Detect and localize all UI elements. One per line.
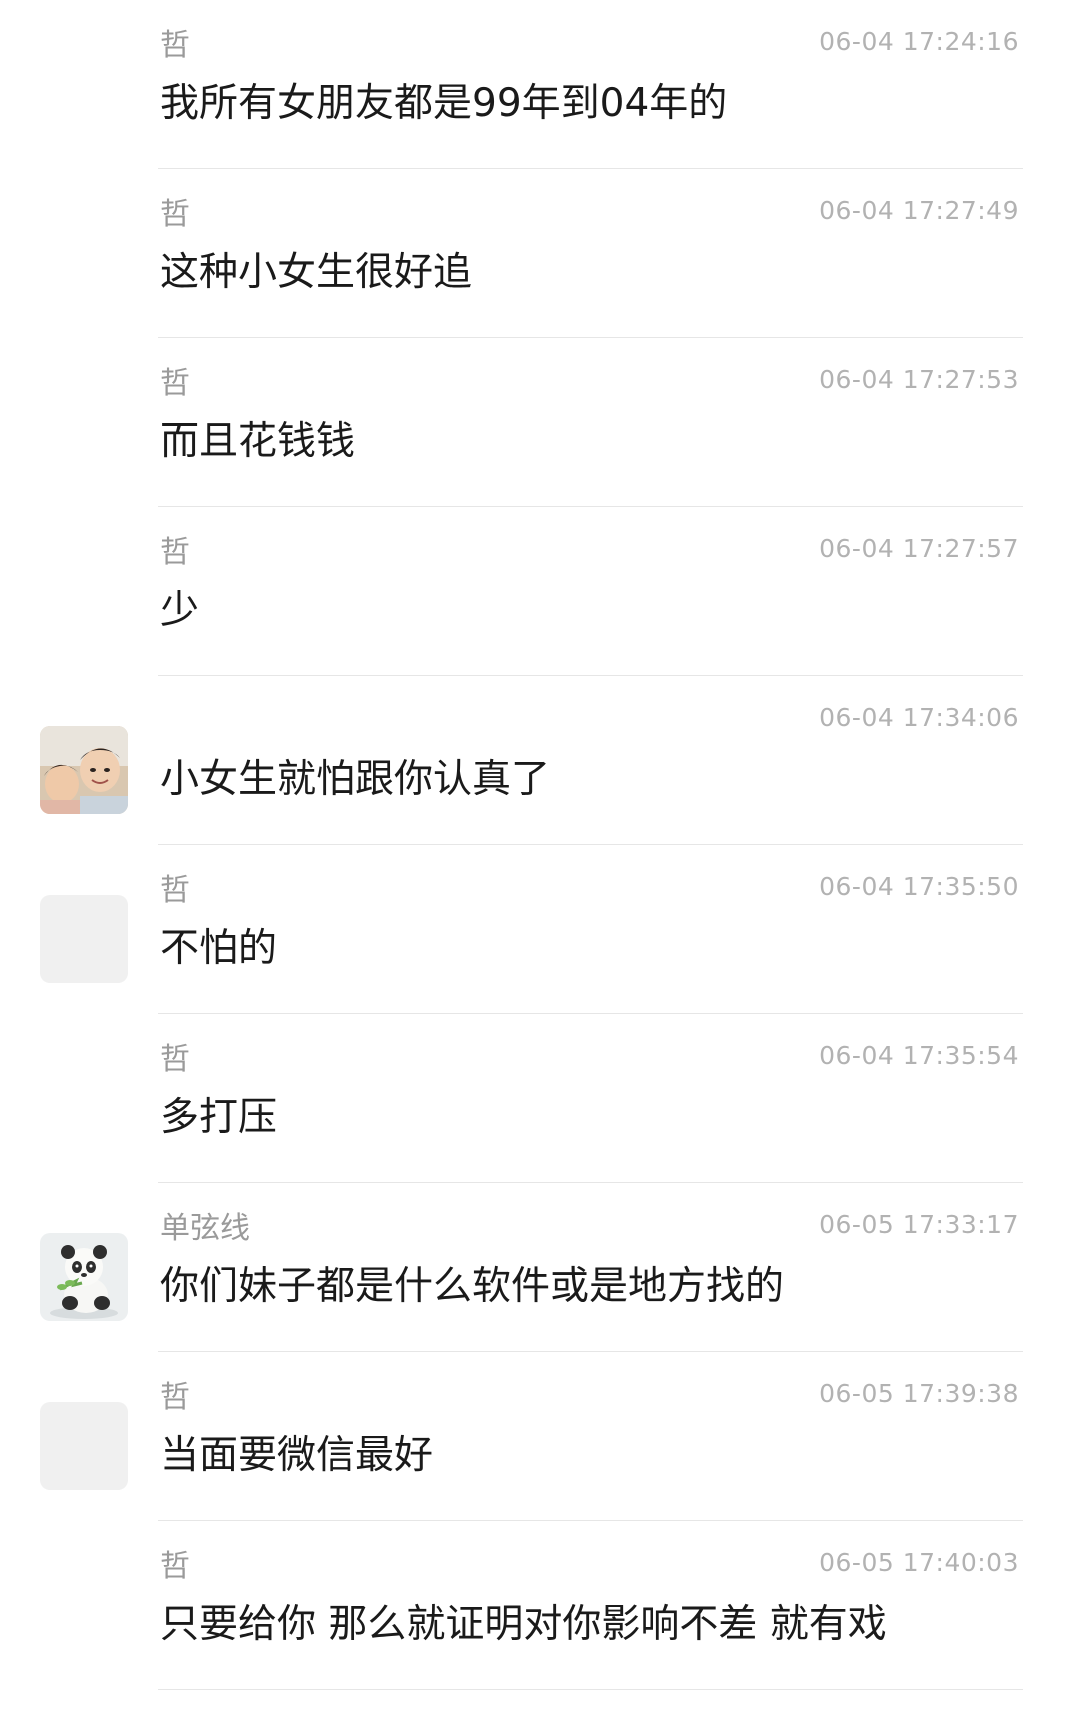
sender-name: 哲 (160, 535, 190, 570)
sender-name: 哲 (160, 873, 190, 908)
message-text: 当面要微信最好 (160, 1433, 434, 1478)
message-text: 小女生就怕跟你认真了 (160, 757, 551, 802)
message-timestamp: 06-04 17:34:06 (819, 703, 1019, 732)
message-text: 多打压 (160, 1095, 278, 1140)
message-row[interactable]: 哲 06-04 17:27:49 这种小女生很好追 (0, 169, 1079, 338)
sender-name: 哲 (160, 366, 190, 401)
message-text: 只要给你 那么就证明对你影响不差 就有戏 (160, 1602, 887, 1647)
sender-name: 哲 (160, 1380, 190, 1415)
message-timestamp: 06-04 17:27:53 (819, 365, 1019, 394)
blank-avatar[interactable] (40, 1402, 128, 1490)
panda-avatar-image (40, 1233, 128, 1321)
message-row[interactable]: 哲 06-05 17:39:38 当面要微信最好 (0, 1352, 1079, 1521)
sender-name: 哲 (160, 1042, 190, 1077)
message-row[interactable]: 哲 06-04 17:35:50 不怕的 (0, 845, 1079, 1014)
message-text: 我所有女朋友都是99年到04年的 (160, 81, 728, 126)
message-timestamp: 06-04 17:24:16 (819, 27, 1019, 56)
sender-name: 哲 (160, 28, 190, 63)
message-text: 这种小女生很好追 (160, 250, 473, 295)
message-timestamp: 06-05 17:40:03 (819, 1548, 1019, 1577)
message-row[interactable]: 单弦线 06-05 17:33:17 你们妹子都是什么软件或是地方找的 (0, 1183, 1079, 1352)
message-row[interactable]: 06-04 17:34:06 小女生就怕跟你认真了 (0, 676, 1079, 845)
message-timestamp: 06-05 17:39:38 (819, 1379, 1019, 1408)
message-text: 少 (160, 588, 200, 633)
message-timestamp: 06-04 17:27:49 (819, 196, 1019, 225)
blank-avatar[interactable] (40, 895, 128, 983)
panda-avatar[interactable] (40, 1233, 128, 1321)
message-row[interactable]: 哲 06-04 17:35:54 多打压 (0, 1014, 1079, 1183)
sender-name: 单弦线 (160, 1211, 250, 1246)
message-row[interactable]: 哲 06-04 17:27:53 而且花钱钱 (0, 338, 1079, 507)
message-timestamp: 06-05 17:33:17 (819, 1210, 1019, 1239)
message-text: 而且花钱钱 (160, 419, 356, 464)
message-text: 不怕的 (160, 926, 278, 971)
message-timestamp: 06-04 17:27:57 (819, 534, 1019, 563)
sender-name: 哲 (160, 197, 190, 232)
children-photo-avatar-image (40, 726, 128, 814)
message-row[interactable]: 哲 06-04 17:27:57 少 (0, 507, 1079, 676)
row-divider (158, 1688, 1023, 1690)
message-text: 你们妹子都是什么软件或是地方找的 (160, 1264, 785, 1309)
sender-name: 哲 (160, 1549, 190, 1584)
children-photo-avatar[interactable] (40, 726, 128, 814)
message-timestamp: 06-04 17:35:54 (819, 1041, 1019, 1070)
message-timestamp: 06-04 17:35:50 (819, 872, 1019, 901)
message-row[interactable]: 哲 06-04 17:24:16 我所有女朋友都是99年到04年的 (0, 0, 1079, 169)
message-row[interactable]: 哲 06-05 17:40:03 只要给你 那么就证明对你影响不差 就有戏 (0, 1521, 1079, 1690)
